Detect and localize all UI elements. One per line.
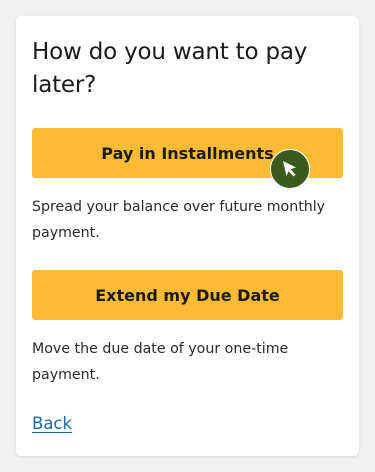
back-link[interactable]: Back [32,414,72,433]
installments-description: Spread your balance over future monthly … [32,199,326,241]
extend-due-date-button[interactable]: Extend my Due Date [32,270,343,320]
pay-later-card: How do you want to pay later? Pay in Ins… [16,16,359,456]
pointer-cursor-icon [270,149,310,189]
extend-due-date-description: Move the due date of your one-time payme… [32,341,289,383]
arrow-cursor-icon [283,161,296,177]
page-title: How do you want to pay later? [32,39,308,98]
